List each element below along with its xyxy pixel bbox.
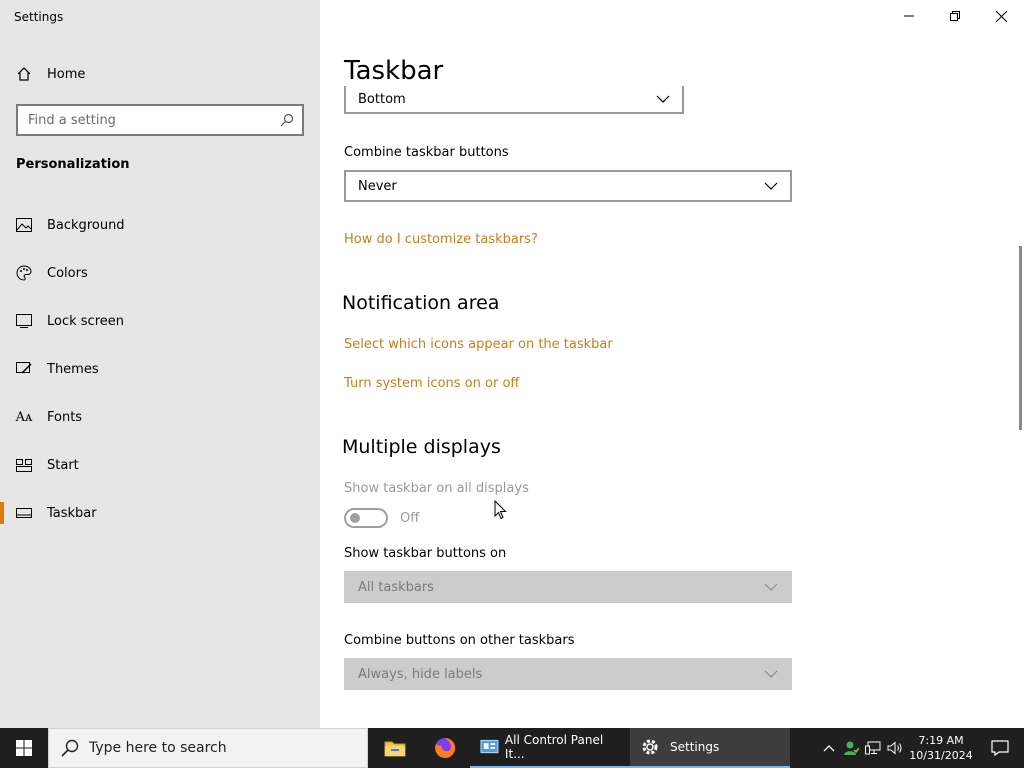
combine-other-label: Combine buttons on other taskbars xyxy=(344,633,575,648)
sidebar-item-themes[interactable]: Themes xyxy=(0,345,320,393)
dropdown-value: All taskbars xyxy=(358,579,434,595)
combine-buttons-dropdown[interactable]: Never xyxy=(344,170,792,202)
sidebar-item-label: Start xyxy=(47,457,79,473)
palette-icon xyxy=(16,265,32,281)
scrollbar-thumb[interactable] xyxy=(1019,246,1022,430)
sidebar-item-taskbar[interactable]: Taskbar xyxy=(0,489,320,537)
system-tray: 7:19 AM 10/31/2024 xyxy=(818,728,1024,768)
chevron-down-icon xyxy=(656,95,670,103)
page-title: Taskbar xyxy=(344,56,444,86)
taskbar-icon xyxy=(16,505,32,521)
clock-date: 10/31/2024 xyxy=(909,749,973,762)
restore-button[interactable] xyxy=(932,0,978,32)
taskbar-clock[interactable]: 7:19 AM 10/31/2024 xyxy=(906,733,976,763)
system-icons-link[interactable]: Turn system icons on or off xyxy=(344,376,519,391)
volume-tray-button[interactable] xyxy=(884,728,906,768)
sidebar-item-start[interactable]: Start xyxy=(0,441,320,489)
window-caption-buttons xyxy=(886,0,1024,32)
notification-icon xyxy=(991,740,1009,756)
mouse-pointer-icon xyxy=(494,500,507,520)
restore-icon xyxy=(950,11,960,21)
combine-buttons-label: Combine taskbar buttons xyxy=(344,145,509,160)
close-button[interactable] xyxy=(978,0,1024,32)
toggle-knob xyxy=(350,513,360,523)
sidebar-item-label: Lock screen xyxy=(47,313,124,329)
main-content: Taskbar Bottom Combine taskbar buttons N… xyxy=(320,0,1024,728)
show-all-displays-label: Show taskbar on all displays xyxy=(344,481,529,496)
lock-screen-icon xyxy=(16,313,32,329)
minimize-button[interactable] xyxy=(886,0,932,32)
folder-icon xyxy=(384,741,406,757)
dropdown-value: Bottom xyxy=(358,91,406,107)
home-label: Home xyxy=(47,66,86,82)
chevron-down-icon xyxy=(764,182,778,190)
close-icon xyxy=(995,10,1007,22)
app-title: Settings xyxy=(14,10,64,24)
dropdown-value: Always, hide labels xyxy=(358,666,483,682)
sidebar-item-label: Background xyxy=(47,217,125,233)
chevron-up-icon xyxy=(823,745,835,752)
chevron-down-icon xyxy=(764,670,778,678)
sidebar-item-background[interactable]: Background xyxy=(0,201,320,249)
firefox-icon xyxy=(435,737,456,758)
windows-logo-icon xyxy=(16,740,32,756)
sidebar-item-fonts[interactable]: Aᴀ Fonts xyxy=(0,393,320,441)
select-icons-link[interactable]: Select which icons appear on the taskbar xyxy=(344,337,613,352)
sidebar-item-label: Colors xyxy=(47,265,88,281)
control-panel-icon xyxy=(480,739,499,754)
home-icon xyxy=(17,67,31,81)
section-heading-personalization: Personalization xyxy=(16,157,130,172)
notification-area-heading: Notification area xyxy=(342,292,500,314)
home-nav-item[interactable]: Home xyxy=(16,63,85,85)
taskbar-app-control-panel[interactable]: All Control Panel It... xyxy=(470,728,630,768)
toggle-state-label: Off xyxy=(400,511,420,526)
taskbar-app-label: All Control Panel It... xyxy=(504,733,604,761)
sidebar-item-colors[interactable]: Colors xyxy=(0,249,320,297)
taskbar-app-settings[interactable]: Settings xyxy=(630,728,790,768)
show-buttons-on-dropdown[interactable]: All taskbars xyxy=(344,571,792,603)
sidebar-item-label: Fonts xyxy=(47,409,83,425)
show-all-displays-toggle[interactable] xyxy=(344,508,388,528)
network-tray-button[interactable] xyxy=(862,728,884,768)
user-status-icon xyxy=(844,741,859,755)
dropdown-value: Never xyxy=(358,178,397,194)
taskbar-search-placeholder: Type here to search xyxy=(89,740,227,756)
search-icon[interactable] xyxy=(280,113,294,127)
taskbar-search-box[interactable]: Type here to search xyxy=(48,728,368,768)
multiple-displays-heading: Multiple displays xyxy=(342,436,501,458)
clock-time: 7:19 AM xyxy=(918,734,964,747)
combine-other-dropdown[interactable]: Always, hide labels xyxy=(344,658,792,690)
font-icon: Aᴀ xyxy=(15,409,33,425)
personalization-nav: Background Colors Lock screen Themes Aᴀ … xyxy=(0,201,320,537)
chevron-down-icon xyxy=(764,583,778,591)
customize-taskbars-link[interactable]: How do I customize taskbars? xyxy=(344,232,538,247)
sidebar-item-lock-screen[interactable]: Lock screen xyxy=(0,297,320,345)
minimize-icon xyxy=(904,15,914,17)
start-icon xyxy=(16,457,32,473)
gear-icon xyxy=(642,739,658,755)
brush-icon xyxy=(16,361,32,377)
network-icon xyxy=(865,741,881,755)
image-icon xyxy=(16,217,32,233)
sidebar: Settings Home Personalization Background… xyxy=(0,0,320,728)
sidebar-item-label: Themes xyxy=(47,361,99,377)
action-center-button[interactable] xyxy=(976,728,1024,768)
taskbar-location-dropdown[interactable]: Bottom xyxy=(344,86,684,114)
start-button[interactable] xyxy=(0,728,48,768)
search-icon xyxy=(61,739,79,757)
show-buttons-on-label: Show taskbar buttons on xyxy=(344,546,507,561)
firefox-button[interactable] xyxy=(420,728,470,768)
user-status-tray-button[interactable] xyxy=(840,728,862,768)
find-setting-search-box[interactable] xyxy=(16,104,304,136)
taskbar-app-label: Settings xyxy=(670,740,720,754)
find-setting-input[interactable] xyxy=(28,112,280,128)
volume-icon xyxy=(887,741,902,755)
sidebar-item-label: Taskbar xyxy=(47,505,97,521)
file-explorer-button[interactable] xyxy=(370,728,420,768)
windows-taskbar: Type here to search All Control Panel It… xyxy=(0,728,1024,768)
show-hidden-icons-button[interactable] xyxy=(818,728,840,768)
